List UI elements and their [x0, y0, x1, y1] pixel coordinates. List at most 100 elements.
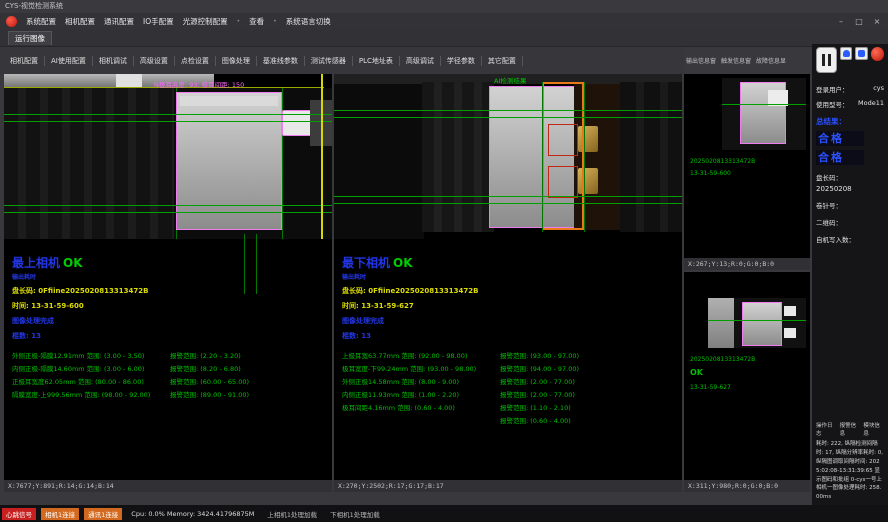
stats-text: 耗时: 222, 纵隔检测间隔时: 17, 纵隔分辨率耗时: 0, 纵隔图调取间… [816, 440, 884, 502]
menu-item-view[interactable]: 查看 [249, 16, 264, 27]
coordinate-bar-lower: X:270;Y:2502;R:17;G:17;B:17 [334, 480, 682, 492]
info-label-trigger[interactable]: 触发信息窗 [721, 56, 751, 65]
side-time-text: 13-31-59-627 [690, 384, 731, 391]
toolbar-sensor-test[interactable]: 测试传感器 [305, 56, 353, 66]
battery-cell-overlay [742, 302, 782, 346]
result-badge-lower: 合格 [816, 150, 864, 165]
result-line: 最下相机OK [342, 254, 680, 271]
scene-guide-line [542, 82, 543, 232]
toolbar-advanced-debug[interactable]: 高级调试 [400, 56, 441, 66]
toolbar-plc-address[interactable]: PLC地址表 [353, 56, 400, 66]
status-bar: 心跳信号 相机1连接 通讯1连接 Cpu: 0.0% Memory: 3424.… [0, 505, 888, 522]
output-time-label: 输出耗时 [12, 272, 330, 281]
toolbar-camera-debug[interactable]: 相机调试 [93, 56, 134, 66]
scene-detail [4, 88, 176, 239]
pause-icon [828, 54, 831, 66]
camera-result-title: 最上相机 [12, 256, 60, 270]
side-barcode-text: 2025020813313472B [690, 356, 755, 363]
menu-item-language-switch[interactable]: 系统语言切换 [286, 16, 331, 27]
info-window-labels: 输出信息窗 触发信息窗 故障信息显 [686, 47, 810, 74]
lock-icon-button[interactable] [855, 47, 867, 60]
brand-logo-icon [871, 47, 884, 61]
measure-line [334, 117, 682, 118]
camera-panel-upper: N极耳高度: 93; 极耳间距: 150 最上相机OK 输出耗时 盘长码: 0F… [4, 74, 332, 492]
result-text-block-upper: 最上相机OK 输出耗时 盘长码: 0Ffiine2025020813313472… [12, 254, 330, 402]
menu-item-light-config[interactable]: 光源控制配置 [183, 16, 228, 27]
total-result-label: 总结果： [816, 116, 884, 127]
side-image-bottom[interactable]: 2025020813313472B OK 13-31-59-627 [684, 272, 810, 480]
scene-detail [784, 328, 796, 338]
close-button[interactable]: × [872, 17, 882, 26]
result-ok-badge: OK [63, 256, 83, 270]
side-image-top[interactable]: 2025020813313472B 13-31-59-600 [684, 74, 810, 258]
alarm-range: 报警范围: (1.10 - 2.10) [500, 402, 680, 415]
camera-panel-lower: AI检测结果 最下相机OK 输出耗时 盘长码: 0Ffiine202502081… [334, 74, 682, 492]
window-controls: – □ × [836, 17, 882, 26]
alarm-range: 报警范围: (0.60 - 4.00) [500, 415, 680, 428]
log-tab-module[interactable]: 模块信息 [863, 421, 884, 437]
log-tab-operation[interactable]: 操作日志 [816, 421, 837, 437]
toolbar-spotcheck-settings[interactable]: 点检设置 [175, 56, 216, 66]
toolbar-camera-config[interactable]: 相机配置 [4, 56, 45, 66]
measurement-row: 极耳宽度-下99.24mm 范围: (93.00 - 98.00)报警范围: (… [342, 363, 680, 376]
login-user-label: 登录用户： [816, 84, 849, 94]
process-done-text: 图像处理完成 [12, 316, 330, 326]
alarm-range: 报警范围: (2.20 - 3.20) [170, 350, 330, 363]
measurement-value: 极耳宽度-下99.24mm 范围: (93.00 - 98.00) [342, 363, 500, 376]
side-view-top: 2025020813313472B 13-31-59-600 X:267;Y:1… [684, 74, 810, 270]
camera-image-upper[interactable]: N极耳高度: 93; 极耳间距: 150 最上相机OK 输出耗时 盘长码: 0F… [4, 74, 332, 480]
menubar: 系统配置 相机配置 通讯配置 IO手配置 光源控制配置 • 查看 • 系统语言切… [0, 13, 888, 30]
pause-button[interactable] [816, 47, 837, 73]
time-text: 时间: 13-31-59-600 [12, 301, 330, 311]
measurement-rows: 上极耳宽63.77mm 范围: (92.00 - 98.00)报警范围: (93… [342, 350, 680, 428]
count-text: 棍数: 13 [12, 331, 330, 341]
barcode-text: 盘长码: 0Ffiine2025020813313472B [12, 286, 330, 296]
measure-line [4, 212, 332, 213]
trigger-line-overlay [321, 74, 323, 239]
measure-line [4, 121, 332, 122]
control-buttons-row [816, 47, 884, 79]
menu-separator-dot: • [237, 18, 241, 25]
maximize-button[interactable]: □ [854, 17, 864, 26]
model-value: Mode11 [858, 99, 884, 109]
log-tabs: 操作日志 报警信息 模块信息 [816, 421, 884, 437]
cpu-memory-text: Cpu: 0.0% Memory: 3424.41796875M [131, 510, 254, 518]
menu-item-io-config[interactable]: IO手配置 [143, 16, 174, 27]
info-label-fault[interactable]: 故障信息显 [756, 56, 786, 65]
menu-item-system-config[interactable]: 系统配置 [26, 16, 56, 27]
scene-detail [784, 306, 796, 316]
tab-bar: 运行图像 [0, 30, 888, 47]
scene-detail [116, 74, 142, 87]
tab-run-image[interactable]: 运行图像 [8, 31, 52, 45]
camera-image-lower[interactable]: AI检测结果 最下相机OK 输出耗时 盘长码: 0Ffiine202502081… [334, 74, 682, 480]
coordinate-bar-upper: X:7677;Y:891;R:14;G:14;B:14 [4, 480, 332, 492]
info-label-output[interactable]: 输出信息窗 [686, 56, 716, 65]
result-ok-badge: OK [393, 256, 413, 270]
login-user-value: cys [873, 84, 884, 94]
window-title: CYS-视觉检测系统 [5, 2, 63, 10]
measure-line [708, 320, 806, 321]
control-panel: 登录用户： cys 使用型号： Mode11 总结果： 合格 合格 盘长码： 2… [812, 44, 888, 505]
lower-camera-load-text: 下相机1处理加载 [330, 509, 380, 519]
measurement-rows: 外侧正极-隔膜12.91mm 范围: (3.00 - 3.50)报警范围: (2… [12, 350, 330, 402]
menu-item-comm-config[interactable]: 通讯配置 [104, 16, 134, 27]
user-icon-button[interactable] [840, 47, 852, 60]
result-badge-upper: 合格 [816, 131, 864, 146]
minimize-button[interactable]: – [836, 17, 846, 26]
heartbeat-badge: 心跳信号 [2, 508, 36, 520]
model-field: 使用型号： Mode11 [816, 99, 884, 109]
alarm-range: 报警范围: (93.00 - 97.00) [500, 350, 680, 363]
toolbar-path-params[interactable]: 学径参数 [441, 56, 482, 66]
pause-icon [822, 54, 825, 66]
toolbar-image-processing[interactable]: 图像处理 [216, 56, 257, 66]
toolbar-baseline-params[interactable]: 基准线参数 [257, 56, 305, 66]
measurement-value: 内侧正极11.93mm 范围: (1.00 - 2.20) [342, 389, 500, 402]
lock-icon [858, 50, 865, 57]
toolbar-other-config[interactable]: 其它配置 [482, 56, 523, 66]
measurement-value: 上极耳宽63.77mm 范围: (92.00 - 98.00) [342, 350, 500, 363]
log-tab-alarm[interactable]: 报警信息 [840, 421, 861, 437]
toolbar-advanced-settings[interactable]: 高级设置 [134, 56, 175, 66]
side-time-text: 13-31-59-600 [690, 170, 731, 177]
menu-item-camera-config[interactable]: 相机配置 [65, 16, 95, 27]
toolbar-ai-config[interactable]: AI使用配置 [45, 56, 93, 66]
